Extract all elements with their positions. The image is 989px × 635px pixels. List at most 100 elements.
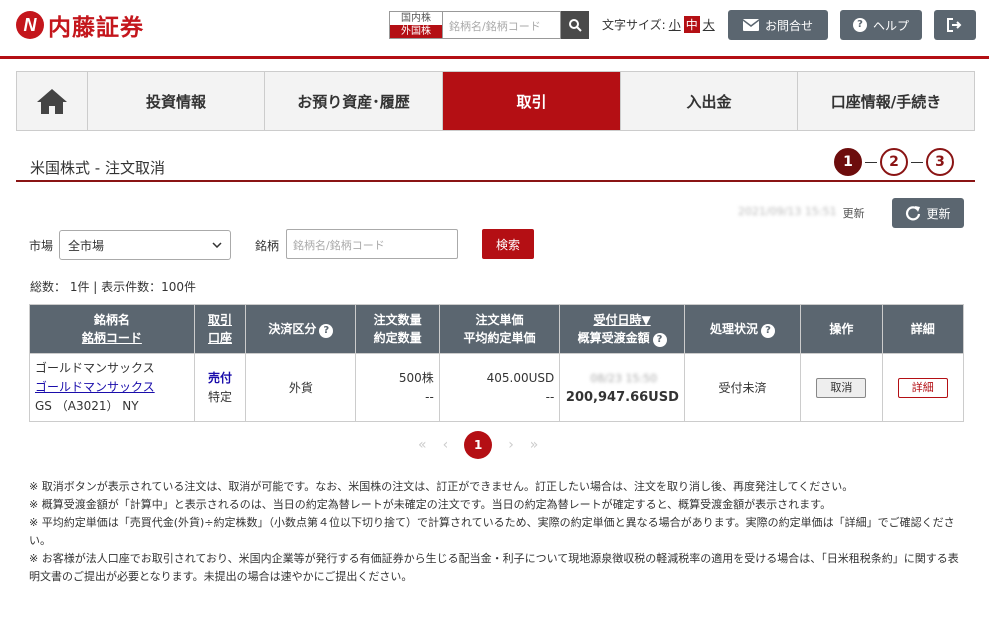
col-trade-type: 取引 口座 [193, 304, 247, 354]
updated-timestamp: 2021/09/13 15:51 [738, 205, 837, 218]
logout-button[interactable] [934, 10, 976, 40]
settlement-help-icon[interactable]: ? [319, 324, 334, 338]
font-size-medium[interactable]: 中 [683, 16, 700, 33]
help-label: ヘルプ [872, 18, 909, 33]
stock-code: GS （A3021） NY [35, 399, 139, 413]
home-icon [37, 89, 67, 114]
col-settlement: 決済区分? [245, 304, 357, 354]
col-action: 操作 [800, 304, 883, 354]
last-page-button[interactable]: » [530, 437, 539, 453]
prev-page-button[interactable]: ‹ [443, 437, 449, 453]
search-button[interactable]: 検索 [482, 229, 534, 259]
cell-trade-type: 売付 特定 [193, 353, 247, 422]
settlement-amount: 200,947.66USD [565, 389, 679, 405]
sort-by-date-link[interactable]: 受付日時▼ [560, 311, 684, 329]
cell-name: ゴールドマンサックス ゴールドマンサックス GS （A3021） NY [29, 353, 195, 422]
cell-settlement: 外貨 [245, 353, 357, 422]
nav-deposit-withdraw[interactable]: 入出金 [621, 72, 798, 130]
market-filter-label: 市場 [29, 239, 54, 253]
note-item: ※ 平均約定単価は「売買代金(外貨)÷約定株数」（小数点第４位以下切り捨て）で計… [29, 516, 955, 547]
sort-by-account-link[interactable]: 口座 [195, 329, 245, 347]
step-indicator: 1 2 3 [834, 148, 954, 176]
order-datetime: 08/23 15:50 [590, 371, 658, 385]
note-item: ※ 取消ボタンが表示されている注文は、取消が可能です。なお、米国株の注文は、訂正… [29, 480, 854, 493]
logo-mark: N [16, 11, 44, 39]
trade-side: 売付 [207, 370, 232, 385]
current-page[interactable]: 1 [464, 431, 493, 459]
refresh-label: 更新 [926, 206, 951, 221]
page-title: 米国株式 - 注文取消 [30, 159, 165, 177]
font-size-control: 文字サイズ: 小 中 大 [602, 16, 715, 33]
col-status: 処理状況? [683, 304, 802, 354]
note-item: ※ お客様が法人口座でお取引されており、米国内企業等が発行する有価証券から生じる… [29, 552, 959, 583]
market-select-value: 全市場 [68, 238, 105, 253]
main-nav: 投資情報 お預り資産･履歴 取引 入出金 口座情報/手続き [16, 71, 975, 131]
title-underline [16, 180, 975, 182]
search-icon [569, 19, 582, 32]
contact-button[interactable]: お問合せ [728, 10, 828, 40]
cancel-button[interactable]: 取消 [816, 377, 867, 398]
nav-assets-history[interactable]: お預り資産･履歴 [265, 72, 443, 130]
code-search-input[interactable]: 銘柄名/銘柄コード [286, 229, 458, 259]
status-help-icon[interactable]: ? [761, 324, 776, 338]
account-type: 特定 [207, 389, 232, 404]
col-detail: 詳細 [881, 304, 965, 354]
table-header-row: 銘柄名 銘柄コード 取引 口座 決済区分? 注文数量 約定数量 注文単価 平均約… [29, 304, 965, 354]
header-divider [0, 56, 989, 59]
font-size-large[interactable]: 大 [703, 16, 715, 33]
cell-quantity: 500株 -- [355, 353, 440, 422]
market-foreign-option[interactable]: 外国株 [390, 25, 442, 38]
table-row: ゴールドマンサックス ゴールドマンサックス GS （A3021） NY 売付 特… [29, 353, 965, 422]
help-button[interactable]: ? ヘルプ [840, 10, 922, 40]
nav-trade[interactable]: 取引 [443, 72, 621, 130]
logo-text: 内藤証券 [48, 15, 144, 41]
chevron-down-icon [212, 242, 222, 248]
font-size-label: 文字サイズ: [602, 18, 666, 32]
cell-status: 受付未済 [683, 353, 802, 422]
logout-icon [947, 18, 962, 32]
refresh-button[interactable]: 更新 [892, 198, 964, 228]
nav-investment-info[interactable]: 投資情報 [88, 72, 265, 130]
last-updated: 2021/09/13 15:51 更新 [738, 205, 865, 221]
cell-price: 405.00USD -- [438, 353, 561, 422]
logo[interactable]: N 内藤証券 [16, 8, 144, 42]
nav-account-procedures[interactable]: 口座情報/手続き [798, 72, 974, 130]
envelope-icon [742, 19, 759, 31]
step-2: 2 [880, 148, 908, 176]
cell-detail: 詳細 [881, 353, 965, 422]
next-page-button[interactable]: › [508, 437, 514, 453]
code-filter-label: 銘柄 [255, 239, 280, 253]
cell-action: 取消 [800, 353, 883, 422]
cell-date-amount: 08/23 15:50 200,947.66USD [559, 353, 685, 422]
font-size-small[interactable]: 小 [669, 16, 681, 33]
sort-by-code-link[interactable]: 銘柄コード [30, 329, 194, 347]
first-page-button[interactable]: « [418, 437, 427, 453]
result-counts: 総数： 1件 | 表示件数：100件 [30, 280, 197, 294]
filled-qty: -- [425, 389, 434, 404]
order-qty: 500株 [398, 370, 434, 385]
market-select[interactable]: 全市場 [59, 230, 231, 260]
header-search-input[interactable]: 銘柄名/銘柄コード [443, 11, 561, 39]
market-domestic-option[interactable]: 国内株 [390, 12, 442, 25]
step-1: 1 [834, 148, 862, 176]
step-connector [865, 161, 877, 163]
header-search-button[interactable] [561, 11, 589, 39]
market-toggle[interactable]: 国内株 外国株 [389, 11, 443, 39]
amount-help-icon[interactable]: ? [652, 333, 667, 347]
avg-price: -- [545, 389, 555, 404]
refresh-icon [906, 206, 921, 221]
step-3: 3 [926, 148, 954, 176]
stock-name-kana: ゴールドマンサックス [35, 361, 155, 375]
contact-label: お問合せ [764, 18, 813, 33]
notes: ※ 取消ボタンが表示されている注文は、取消が可能です。なお、米国株の注文は、訂正… [29, 478, 964, 586]
sort-by-trade-link[interactable]: 取引 [195, 311, 245, 329]
col-quantity: 注文数量 約定数量 [355, 304, 440, 354]
col-date-amount: 受付日時▼ 概算受渡金額? [559, 304, 685, 354]
detail-button[interactable]: 詳細 [897, 377, 948, 398]
stock-name-link[interactable]: ゴールドマンサックス [35, 378, 194, 397]
nav-home[interactable] [17, 72, 88, 130]
question-icon: ? [852, 18, 867, 32]
col-price: 注文単価 平均約定単価 [438, 304, 561, 354]
col-name: 銘柄名 銘柄コード [29, 304, 195, 354]
pagination: « ‹ 1 › » [418, 431, 538, 459]
